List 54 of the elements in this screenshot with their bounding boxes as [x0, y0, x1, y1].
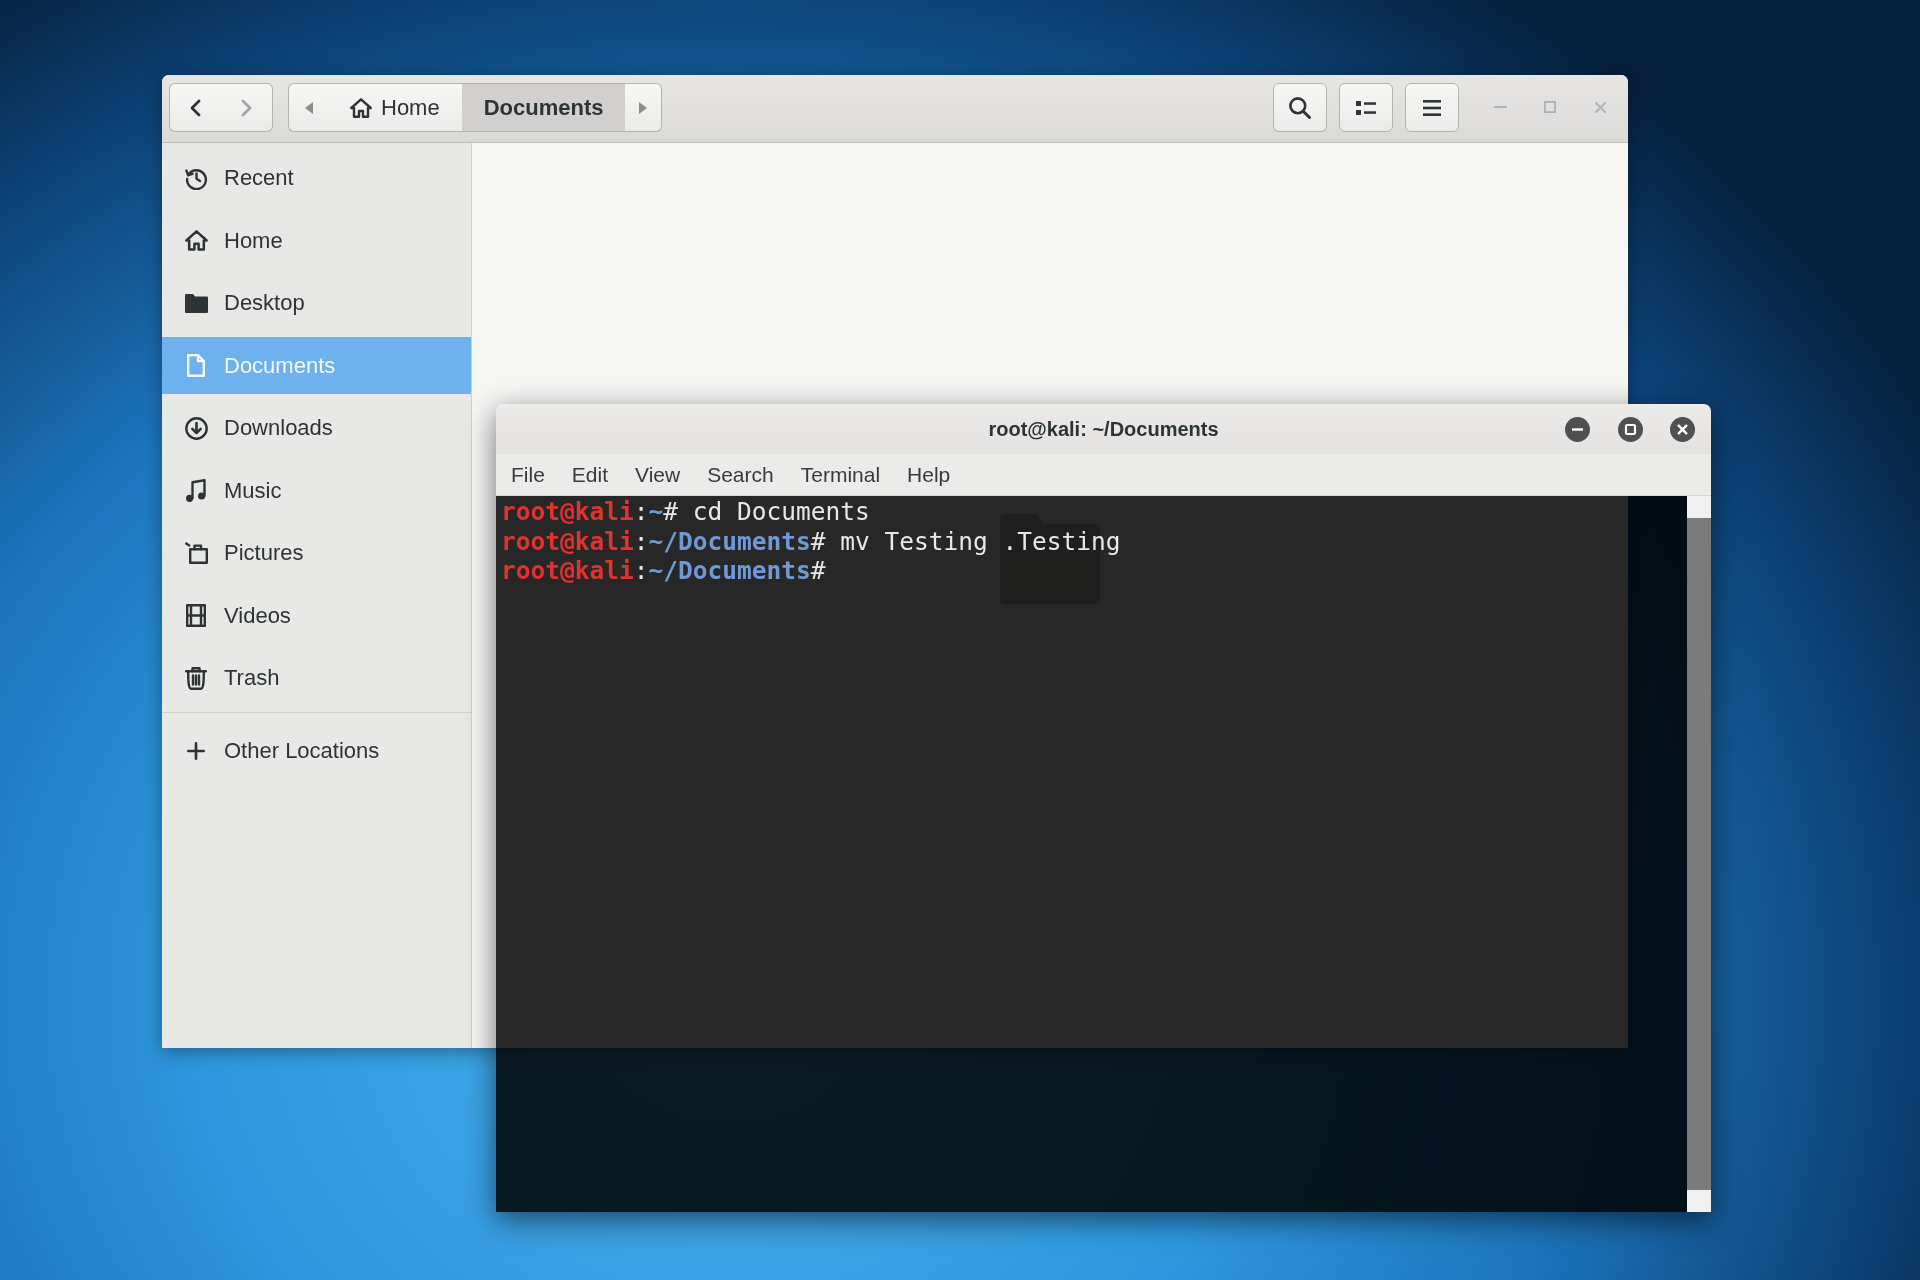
sidebar-item[interactable]: Other Locations	[162, 722, 471, 780]
menu-item[interactable]: View	[635, 462, 681, 487]
home-icon	[350, 97, 372, 118]
home-icon	[184, 230, 208, 251]
caret-left-icon	[304, 101, 313, 114]
plus-icon	[187, 742, 205, 760]
menu-item[interactable]: Edit	[571, 462, 609, 487]
music-note-icon	[186, 479, 206, 502]
maximize-button[interactable]	[1617, 416, 1643, 442]
maximize-icon	[1544, 101, 1556, 113]
menu-item[interactable]: File	[511, 462, 545, 487]
list-view-icon	[1356, 100, 1376, 115]
maximize-icon	[1617, 416, 1643, 442]
caret-right-icon	[639, 101, 648, 114]
film-icon	[186, 604, 206, 627]
path-button[interactable]: Home	[328, 83, 462, 132]
chevron-left-icon	[190, 98, 201, 117]
close-icon	[1594, 101, 1606, 113]
path-button[interactable]: Documents	[461, 83, 626, 132]
path-scroll-right-button[interactable]	[625, 83, 663, 132]
camera-icon	[184, 542, 208, 564]
window-title: root@kali: ~/Documents	[988, 417, 1219, 441]
menu-icon	[1423, 99, 1441, 116]
document-icon	[187, 354, 205, 377]
close-icon	[1670, 416, 1695, 442]
terminal-line: root@kali:~/Documents#	[501, 556, 827, 586]
chevron-right-icon	[241, 98, 252, 117]
sidebar-item[interactable]: Music	[162, 462, 471, 519]
sidebar-item[interactable]: Videos	[162, 587, 471, 644]
minimize-button[interactable]	[1565, 416, 1590, 442]
sidebar-item[interactable]: Pictures	[162, 524, 471, 582]
menu-item[interactable]: Help	[907, 462, 951, 487]
minimize-icon	[1565, 416, 1590, 442]
search-icon	[1289, 96, 1311, 119]
terminal-line: root@kali:~/Documents# mv Testing .Testing	[501, 526, 1122, 556]
sidebar-item[interactable]: Downloads	[162, 399, 471, 457]
terminal-line: root@kali:~# cd Documents	[501, 497, 871, 527]
minimize-icon	[1493, 106, 1507, 108]
folder-icon	[184, 293, 208, 313]
menu-button[interactable]	[1405, 83, 1459, 132]
clock-icon	[184, 166, 208, 190]
sidebar-item[interactable]: Home	[162, 212, 471, 269]
sidebar-item[interactable]: Desktop	[162, 274, 471, 332]
sidebar-item[interactable]: Trash	[162, 649, 471, 707]
download-icon	[184, 416, 208, 440]
menu-item[interactable]: Search	[707, 462, 774, 487]
path-scroll-left-button[interactable]	[288, 83, 328, 132]
search-button[interactable]	[1273, 83, 1327, 132]
view-button[interactable]	[1339, 83, 1393, 132]
trash-icon	[185, 666, 207, 690]
back-button[interactable]	[169, 83, 221, 132]
menu-item[interactable]: Terminal	[800, 462, 881, 487]
close-button[interactable]	[1670, 416, 1695, 442]
sidebar-item[interactable]: Recent	[162, 149, 471, 207]
